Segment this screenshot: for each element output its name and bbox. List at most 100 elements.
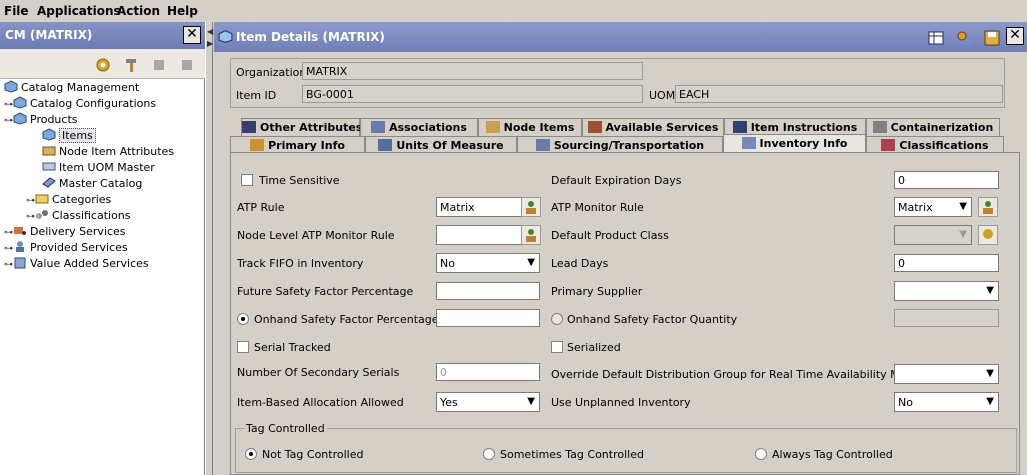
node-level-atp-label: Node Level ATP Monitor Rule [237, 229, 395, 242]
collapse-icon[interactable]: ⊶ [4, 113, 13, 129]
hammer-icon[interactable] [123, 57, 139, 73]
menu-file[interactable]: File [4, 4, 29, 18]
not-tag-controlled-radio[interactable] [245, 448, 257, 460]
close-left-panel-button[interactable]: ✕ [183, 26, 201, 44]
chevron-down-icon: ▼ [527, 257, 535, 268]
lookup-people-icon [526, 201, 536, 214]
use-unplanned-select[interactable]: No ▼ [894, 392, 999, 412]
expand-icon[interactable]: ⊶ [4, 97, 13, 113]
tab-associations[interactable]: Associations [360, 118, 478, 136]
sometimes-tag-controlled-radio[interactable] [483, 448, 495, 460]
expand-icon[interactable]: ⊶ [26, 193, 35, 209]
override-dist-select[interactable]: ▼ [894, 364, 999, 384]
default-product-class-label: Default Product Class [551, 229, 669, 242]
tree-node-catalog-configurations[interactable]: ⊶ Catalog Configurations [4, 96, 156, 112]
onhand-pct-input[interactable] [436, 309, 540, 327]
right-panel: Item Details (MATRIX) ✕ Organization MAT… [214, 22, 1027, 475]
chevron-down-icon: ▼ [986, 396, 994, 407]
book-icon [42, 177, 56, 188]
tree-node-master-catalog[interactable]: Master Catalog [42, 176, 142, 192]
tab-other-attributes[interactable]: Other Attributes [241, 118, 362, 136]
collapse-left-arrow-icon[interactable]: ◀ [207, 27, 213, 36]
left-panel: CM (MATRIX) ✕ Catalog Management ⊶ Catalo… [0, 22, 205, 475]
num-secondary-serials-label: Number Of Secondary Serials [237, 366, 400, 379]
boxes-icon [42, 146, 56, 156]
tree-node-products[interactable]: ⊶ Products [4, 112, 78, 128]
node-items-icon [485, 121, 500, 133]
default-product-class-select[interactable]: ▼ [894, 225, 972, 245]
default-product-class-lookup-button[interactable] [978, 225, 998, 245]
onhand-pct-radio[interactable] [237, 313, 249, 325]
tab-available-services[interactable]: Available Services [582, 118, 724, 136]
not-tag-controlled-label: Not Tag Controlled [262, 448, 364, 461]
atp-rule-lookup-button[interactable] [521, 197, 541, 217]
tab-node-items[interactable]: Node Items [478, 118, 582, 136]
future-safety-input[interactable] [436, 282, 540, 300]
lead-days-input[interactable]: 0 [894, 254, 999, 272]
cube-icon [42, 128, 56, 141]
item-based-alloc-select[interactable]: Yes ▼ [436, 392, 540, 412]
expand-icon[interactable]: ⊶ [26, 209, 35, 225]
organization-label: Organization [236, 66, 307, 79]
time-sensitive-checkbox[interactable] [241, 174, 253, 186]
save-icon[interactable] [984, 30, 1000, 46]
cube-icon [13, 96, 27, 109]
tab-containerization[interactable]: Containerization [866, 118, 1000, 136]
tree-node-categories[interactable]: ⊶ Categories [26, 192, 111, 208]
inventory-icon [741, 137, 756, 149]
atp-monitor-rule-lookup-button[interactable] [978, 197, 998, 217]
uom-field: EACH [675, 85, 1003, 103]
close-icon: ✕ [1009, 27, 1021, 43]
uom-icon [378, 139, 393, 151]
atp-monitor-rule-select[interactable]: Matrix ▼ [894, 197, 972, 217]
expand-icon[interactable]: ⊶ [4, 257, 13, 273]
right-panel-title-bar: Item Details (MATRIX) ✕ [214, 22, 1027, 52]
tree-node-classifications[interactable]: ⊶ Classifications [26, 208, 131, 224]
panel-splitter[interactable]: ◀ ▶ [205, 22, 213, 475]
lead-days-label: Lead Days [551, 257, 609, 270]
close-right-panel-button[interactable]: ✕ [1006, 27, 1024, 45]
expand-icon[interactable]: ⊶ [4, 225, 13, 241]
chevron-down-icon: ▼ [527, 396, 535, 407]
configure-gear-icon[interactable] [95, 57, 111, 73]
time-sensitive-label: Time Sensitive [259, 174, 340, 187]
associations-icon [371, 121, 386, 133]
atp-rule-label: ATP Rule [237, 201, 285, 214]
serialized-checkbox[interactable] [551, 341, 563, 353]
cube-icon [4, 80, 18, 93]
instructions-icon [732, 121, 747, 133]
atp-monitor-rule-label: ATP Monitor Rule [551, 201, 644, 214]
tree-node-node-item-attributes[interactable]: Node Item Attributes [42, 144, 174, 160]
menu-help[interactable]: Help [167, 4, 198, 18]
tree-node-items[interactable]: Items [42, 128, 96, 144]
expand-right-arrow-icon[interactable]: ▶ [207, 39, 213, 48]
provided-services-icon [16, 241, 24, 252]
containerization-icon [872, 121, 887, 133]
tree-node-item-uom-master[interactable]: Item UOM Master [42, 160, 155, 176]
primary-supplier-select[interactable]: ▼ [894, 281, 999, 301]
tree-node-catalog-management[interactable]: Catalog Management [4, 80, 139, 96]
table-view-icon[interactable] [928, 30, 944, 46]
tab-inventory-info[interactable]: Inventory Info [723, 134, 866, 154]
item-based-alloc-label: Item-Based Allocation Allowed [237, 396, 404, 409]
menu-action[interactable]: Action [117, 4, 160, 18]
menu-applications[interactable]: Applications [37, 4, 121, 18]
default-expiration-days-input[interactable]: 0 [894, 171, 999, 189]
cube-icon [218, 30, 233, 43]
onhand-qty-radio[interactable] [551, 313, 563, 325]
num-secondary-serials-input[interactable]: 0 [436, 363, 540, 381]
track-fifo-select[interactable]: No ▼ [436, 253, 540, 273]
default-expiration-days-label: Default Expiration Days [551, 174, 682, 187]
always-tag-controlled-radio[interactable] [755, 448, 767, 460]
tree-node-delivery-services[interactable]: ⊶ Delivery Services [4, 224, 126, 240]
serial-tracked-checkbox[interactable] [237, 341, 249, 353]
expand-icon[interactable]: ⊶ [4, 241, 13, 257]
tree-node-value-added-services[interactable]: ⊶ Value Added Services [4, 256, 149, 272]
onhand-qty-input[interactable] [894, 309, 999, 327]
future-safety-label: Future Safety Factor Percentage [237, 285, 414, 298]
primary-supplier-label: Primary Supplier [551, 285, 643, 298]
settings-icon[interactable] [956, 30, 972, 46]
tree-node-provided-services[interactable]: ⊶ Provided Services [4, 240, 128, 256]
node-level-atp-lookup-button[interactable] [521, 225, 541, 245]
serialized-label: Serialized [567, 341, 621, 354]
